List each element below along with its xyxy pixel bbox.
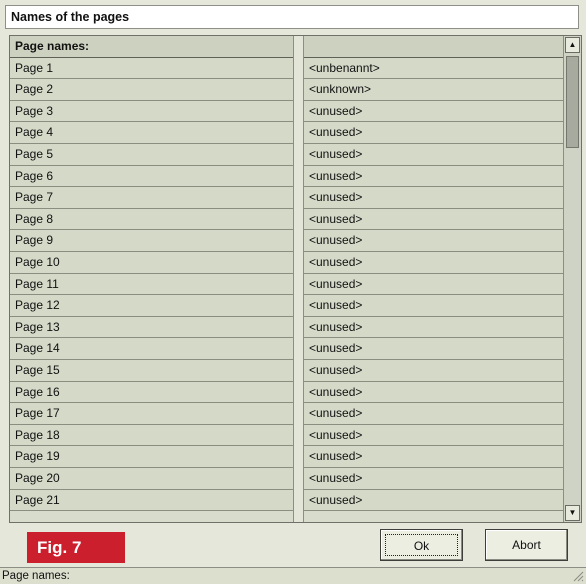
- page-name-cell[interactable]: <unused>: [304, 230, 563, 252]
- table-row[interactable]: Page 5 <unused>: [10, 144, 563, 166]
- page-cell[interactable]: Page 8: [10, 208, 293, 231]
- status-bar: Page names:: [0, 567, 586, 584]
- table-row[interactable]: Page 17 <unused>: [10, 403, 563, 425]
- table-row[interactable]: Page 16 <unused>: [10, 381, 563, 404]
- page-name-cell[interactable]: <unused>: [304, 316, 563, 339]
- page-cell[interactable]: Page 5: [10, 144, 293, 166]
- page-name-cell[interactable]: <unused>: [304, 273, 563, 296]
- page-name-cell[interactable]: <unused>: [304, 424, 563, 447]
- ok-button[interactable]: Ok: [380, 529, 463, 561]
- page-cell[interactable]: Page 12: [10, 295, 293, 317]
- page-name-cell[interactable]: <unknown>: [304, 79, 563, 101]
- page-name-cell[interactable]: <unused>: [304, 165, 563, 188]
- table-row[interactable]: Page 4 <unused>: [10, 122, 563, 144]
- resize-grip-icon[interactable]: [572, 570, 584, 582]
- page-cell[interactable]: Page 14: [10, 338, 293, 360]
- grid-header-row: Page names:: [10, 36, 563, 58]
- page-name-cell[interactable]: <unused>: [304, 187, 563, 209]
- figure-label: Fig. 7: [27, 532, 125, 563]
- page-cell[interactable]: Page 4: [10, 122, 293, 144]
- page-name-cell[interactable]: <unused>: [304, 381, 563, 404]
- page-cell[interactable]: Page 21: [10, 489, 293, 512]
- page-cell[interactable]: Page 1: [10, 57, 293, 80]
- page-cell[interactable]: Page 2: [10, 79, 293, 101]
- page-names-grid[interactable]: Page names: Page 1 <unbenannt> Page 2 <unkn…: [9, 35, 582, 523]
- table-row[interactable]: Page 1 <unbenannt>: [10, 57, 563, 80]
- page-name-cell[interactable]: <unbenannt>: [304, 57, 563, 80]
- page-cell[interactable]: Page 15: [10, 360, 293, 382]
- table-row[interactable]: Page 9 <unused>: [10, 230, 563, 252]
- page-cell[interactable]: Page 18: [10, 424, 293, 447]
- table-row[interactable]: Page 19 <unused>: [10, 446, 563, 468]
- page-name-cell[interactable]: <unused>: [304, 122, 563, 144]
- table-row[interactable]: Page 10 <unused>: [10, 252, 563, 274]
- page-cell[interactable]: Page 10: [10, 252, 293, 274]
- page-cell[interactable]: Page 3: [10, 100, 293, 123]
- scrollbar-thumb[interactable]: [566, 56, 579, 148]
- page-name-cell[interactable]: <unused>: [304, 446, 563, 468]
- table-row[interactable]: Page 3 <unused>: [10, 100, 563, 123]
- page-name-cell[interactable]: <unused>: [304, 295, 563, 317]
- status-text: Page names:: [2, 570, 70, 582]
- page-cell[interactable]: Page 9: [10, 230, 293, 252]
- page-name-cell[interactable]: <unused>: [304, 403, 563, 425]
- table-row[interactable]: Page 7 <unused>: [10, 187, 563, 209]
- page-name-cell[interactable]: <unused>: [304, 100, 563, 123]
- page-cell[interactable]: Page 6: [10, 165, 293, 188]
- table-row[interactable]: Page 6 <unused>: [10, 165, 563, 188]
- page-cell[interactable]: Page 20: [10, 468, 293, 490]
- page-name-cell[interactable]: <unused>: [304, 468, 563, 490]
- ok-button-label: Ok: [385, 534, 458, 556]
- scroll-down-arrow-icon[interactable]: ▼: [565, 505, 580, 521]
- header-names[interactable]: [304, 36, 563, 58]
- table-row[interactable]: Page 11 <unused>: [10, 273, 563, 296]
- page-name-cell[interactable]: <unused>: [304, 144, 563, 166]
- table-row[interactable]: Page 13 <unused>: [10, 316, 563, 339]
- page-cell[interactable]: Page 13: [10, 316, 293, 339]
- page-name-cell[interactable]: <unused>: [304, 252, 563, 274]
- page-name-cell[interactable]: <unused>: [304, 338, 563, 360]
- abort-button[interactable]: Abort: [485, 529, 568, 561]
- page-name-cell[interactable]: <unused>: [304, 208, 563, 231]
- page-cell[interactable]: Page 11: [10, 273, 293, 296]
- page-name-cell[interactable]: <unused>: [304, 489, 563, 512]
- page-cell[interactable]: Page 7: [10, 187, 293, 209]
- table-row[interactable]: Page 15 <unused>: [10, 360, 563, 382]
- table-row[interactable]: Page 21 <unused>: [10, 489, 563, 512]
- page-cell[interactable]: Page 17: [10, 403, 293, 425]
- page-cell[interactable]: Page 16: [10, 381, 293, 404]
- dialog-title: Names of the pages: [5, 5, 579, 29]
- table-row[interactable]: Page 18 <unused>: [10, 424, 563, 447]
- table-row[interactable]: Page 20 <unused>: [10, 468, 563, 490]
- table-row[interactable]: Page 14 <unused>: [10, 338, 563, 360]
- table-row[interactable]: Page 2 <unknown>: [10, 79, 563, 101]
- header-page-names[interactable]: Page names:: [10, 36, 293, 58]
- page-name-cell[interactable]: <unused>: [304, 360, 563, 382]
- vertical-scrollbar[interactable]: ▲ ▼: [563, 36, 581, 522]
- page-cell[interactable]: Page 19: [10, 446, 293, 468]
- table-row[interactable]: Page 8 <unused>: [10, 208, 563, 231]
- table-row[interactable]: Page 12 <unused>: [10, 295, 563, 317]
- scroll-up-arrow-icon[interactable]: ▲: [565, 37, 580, 53]
